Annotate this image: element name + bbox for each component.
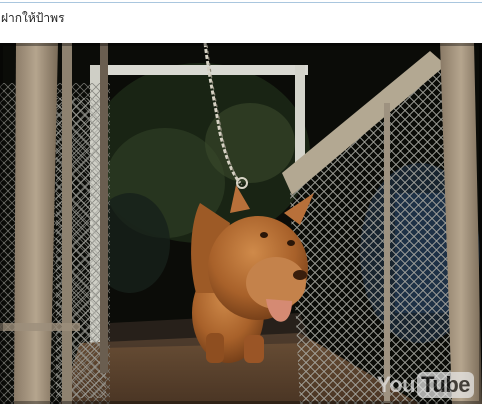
top-divider: [0, 2, 482, 3]
video-player[interactable]: You Tube: [0, 43, 482, 404]
youtube-logo-you: You: [376, 372, 416, 397]
page: ฝากให้ป้าพร You Tube: [0, 0, 482, 404]
youtube-logo[interactable]: You Tube: [377, 372, 474, 398]
post-title: ฝากให้ป้าพร: [1, 11, 65, 25]
video-frame: [0, 43, 482, 404]
youtube-logo-tube: Tube: [417, 372, 474, 398]
